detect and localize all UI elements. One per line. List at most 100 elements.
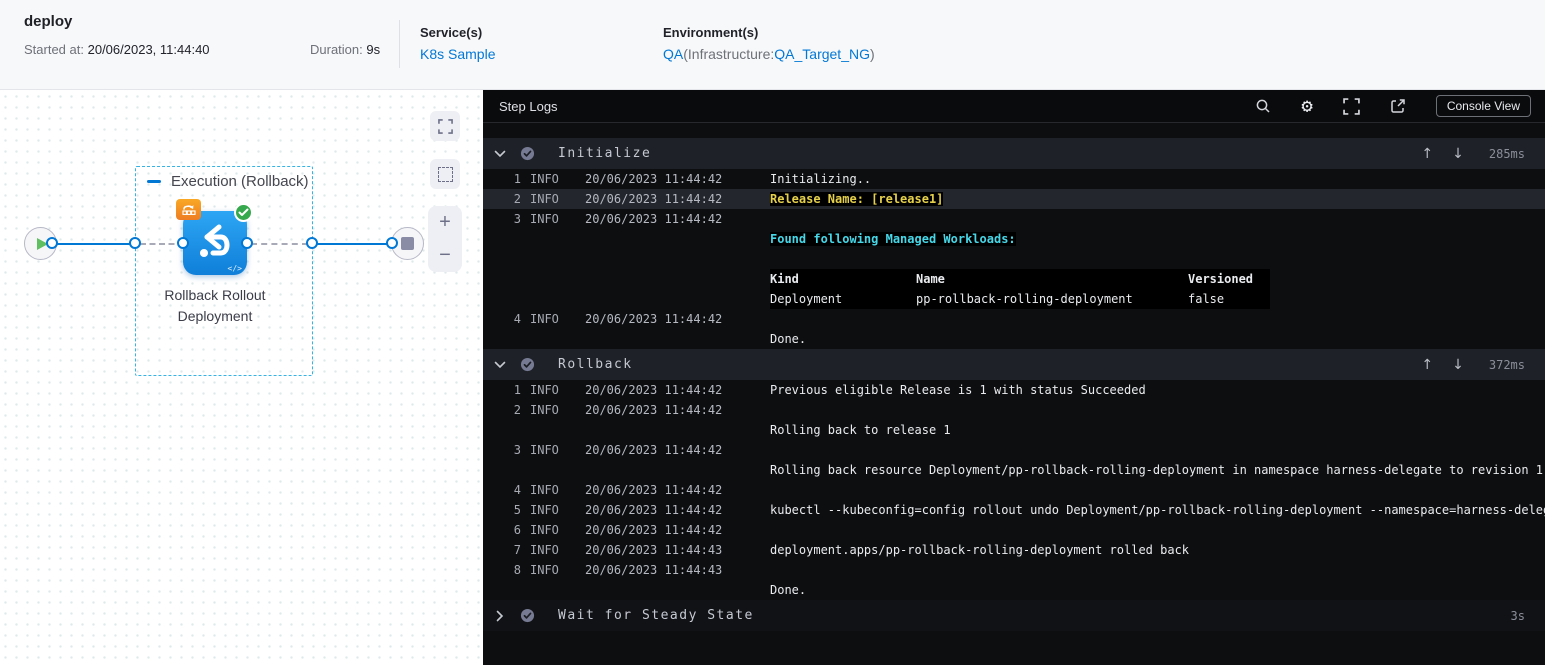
- log-line-number: 2: [513, 192, 521, 206]
- log-line: Found following Managed Workloads:: [483, 229, 1545, 249]
- pipeline-canvas: Execution (Rollback) </> Rollback Rollou…: [0, 91, 483, 665]
- log-timestamp: 20/06/2023 11:44:42: [585, 523, 723, 537]
- workloads-table-cell: Name: [916, 272, 945, 286]
- log-line: 1 INFO 20/06/2023 11:44:42 Previous eligibl…: [483, 380, 1545, 400]
- duration-value: 9s: [366, 42, 381, 57]
- environment-link[interactable]: QA: [663, 46, 683, 62]
- canvas-marquee-button[interactable]: [430, 159, 460, 189]
- scroll-to-bottom-icon[interactable]: ↓: [1452, 357, 1464, 373]
- scroll-to-top-icon[interactable]: ↑: [1421, 357, 1433, 373]
- log-message: Done.: [770, 332, 807, 346]
- scroll-to-bottom-icon[interactable]: ↓: [1452, 146, 1464, 162]
- log-level: INFO: [530, 212, 559, 226]
- log-message: Rolling back to release 1: [770, 423, 951, 437]
- section-title: Rollback: [558, 357, 633, 372]
- log-line-number: 1: [513, 172, 521, 186]
- canvas-fullscreen-button[interactable]: [430, 111, 460, 141]
- log-sections: Initialize ↑ ↓ 285ms 1 INFO 20/06/2023 11:44:4…: [483, 138, 1545, 631]
- log-level: [530, 289, 585, 309]
- log-level: [530, 420, 585, 440]
- highlighted-log-text: Found following Managed Workloads:: [770, 232, 1016, 246]
- services-label: Service(s): [420, 25, 483, 40]
- workloads-table-header: Kind Name Versioned: [770, 269, 1270, 289]
- log-timestamp: [585, 329, 770, 349]
- section-success-icon: [520, 357, 535, 372]
- log-timestamp: [585, 460, 770, 480]
- log-line-number: 3: [513, 212, 521, 226]
- log-message: Rolling back resource Deployment/pp-roll…: [770, 463, 1544, 477]
- zoom-in-button[interactable]: +: [428, 206, 462, 239]
- connector-ring: [241, 237, 253, 249]
- log-message: Initializing..: [770, 172, 872, 186]
- log-section-header[interactable]: Wait for Steady State 3s: [483, 600, 1545, 631]
- search-icon[interactable]: [1255, 98, 1271, 114]
- log-level: INFO: [530, 443, 559, 457]
- step-logs-panel: Step Logs ⚙ Console View Initialize ↑ ↓ 285…: [483, 90, 1545, 665]
- section-title: Wait for Steady State: [558, 608, 754, 623]
- log-line-number: 5: [513, 503, 521, 517]
- log-line: Done.: [483, 329, 1545, 349]
- workloads-table-cell: Kind: [770, 272, 799, 286]
- connector-ring: [129, 237, 141, 249]
- rollback-step-node[interactable]: </>: [176, 199, 253, 275]
- execution-group-title: Execution (Rollback): [171, 173, 309, 190]
- log-section-header[interactable]: Initialize ↑ ↓ 285ms: [483, 138, 1545, 169]
- workloads-table-row: Deployment pp-rollback-rolling-deployment…: [770, 289, 1270, 309]
- log-message: Found following Managed Workloads:: [770, 229, 1545, 249]
- log-level: [530, 580, 585, 600]
- log-message: [770, 400, 1545, 420]
- execution-group-label[interactable]: Execution (Rollback): [147, 173, 309, 190]
- chevron-right-icon[interactable]: [493, 610, 507, 621]
- step-success-icon: [234, 203, 253, 222]
- environment-close-paren: ): [869, 46, 875, 62]
- log-line-number: 8: [513, 563, 521, 577]
- infrastructure-link[interactable]: QA_Target_NG: [774, 46, 870, 62]
- chevron-down-icon[interactable]: [493, 361, 507, 369]
- log-level: INFO: [530, 503, 559, 517]
- console-view-button[interactable]: Console View: [1435, 95, 1531, 117]
- log-timestamp: 20/06/2023 11:44:42: [585, 383, 723, 397]
- execution-header: deploy Started at: 20/06/2023, 11:44:40 …: [0, 0, 1545, 90]
- log-line-number: 3: [513, 443, 521, 457]
- gear-icon[interactable]: ⚙: [1301, 96, 1312, 116]
- started-at-label: Started at:: [24, 42, 84, 57]
- collapse-minus-icon[interactable]: [147, 180, 161, 183]
- log-section-header[interactable]: Rollback ↑ ↓ 372ms: [483, 349, 1545, 380]
- log-line: Kind Name Versioned: [483, 269, 1545, 289]
- section-title: Initialize: [558, 146, 652, 161]
- services-link[interactable]: K8s Sample: [420, 46, 495, 62]
- log-message: [770, 209, 1545, 229]
- connector-ring: [46, 237, 58, 249]
- log-timestamp: 20/06/2023 11:44:42: [585, 192, 723, 206]
- log-level: INFO: [530, 403, 559, 417]
- log-level: [530, 269, 585, 289]
- log-fullscreen-icon[interactable]: [1343, 97, 1360, 115]
- log-line: Rolling back resource Deployment/pp-roll…: [483, 460, 1545, 480]
- log-top-spacer: [483, 123, 1545, 138]
- log-message: kubectl --kubeconfig=config rollout undo…: [770, 503, 1545, 517]
- environment-infra-label: (Infrastructure:: [683, 46, 775, 62]
- log-line-number: 2: [513, 403, 521, 417]
- section-duration: 285ms: [1488, 146, 1525, 161]
- log-line-number: 7: [513, 543, 521, 557]
- log-timestamp: [585, 420, 770, 440]
- scroll-to-top-icon[interactable]: ↑: [1421, 146, 1433, 162]
- log-timestamp: 20/06/2023 11:44:42: [585, 503, 723, 517]
- log-timestamp: [585, 269, 770, 289]
- log-timestamp: 20/06/2023 11:44:42: [585, 443, 723, 457]
- log-line: 2 INFO 20/06/2023 11:44:42 Release Name: [r…: [483, 189, 1545, 209]
- edge-group-to-end: [312, 243, 393, 245]
- log-line: 3 INFO 20/06/2023 11:44:42: [483, 209, 1545, 229]
- section-success-icon: [520, 146, 535, 161]
- canvas-zoom-controls: + −: [428, 206, 462, 272]
- log-level: INFO: [530, 523, 559, 537]
- log-timestamp: 20/06/2023 11:44:42: [585, 403, 723, 417]
- log-line: 1 INFO 20/06/2023 11:44:42 Initializing..: [483, 169, 1545, 189]
- chevron-down-icon[interactable]: [493, 150, 507, 158]
- external-link-icon[interactable]: [1390, 98, 1406, 114]
- connector-ring: [306, 237, 318, 249]
- log-timestamp: 20/06/2023 11:44:42: [585, 212, 723, 226]
- log-level: [530, 460, 585, 480]
- log-line-number: 4: [513, 312, 521, 326]
- zoom-out-button[interactable]: −: [428, 239, 462, 272]
